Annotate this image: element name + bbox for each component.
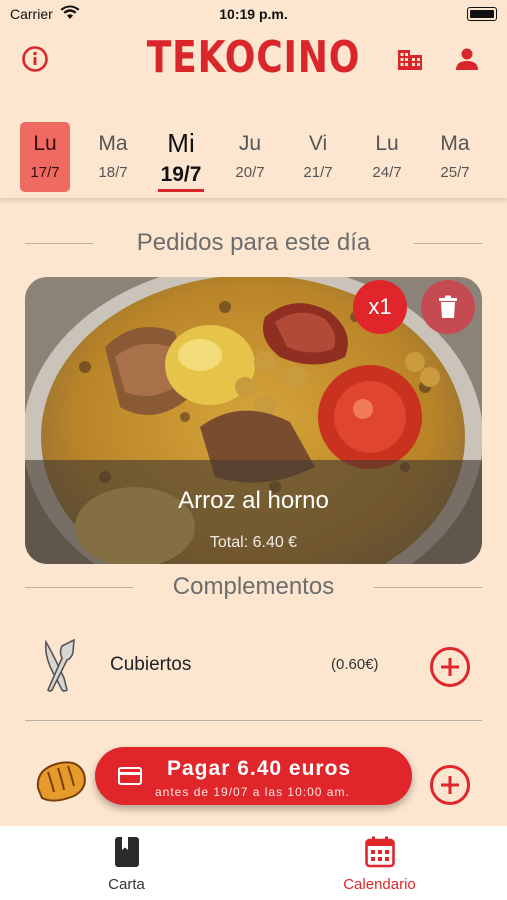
day-name: Lu bbox=[375, 132, 399, 155]
delete-order-button[interactable] bbox=[421, 280, 475, 334]
day-date: 18/7 bbox=[98, 164, 128, 181]
complement-name: Cubiertos bbox=[110, 654, 192, 675]
day-date: 21/7 bbox=[303, 164, 333, 181]
day-date: 17/7 bbox=[30, 164, 60, 181]
add-complement-button[interactable] bbox=[430, 765, 470, 805]
tab-carta[interactable]: Carta bbox=[0, 826, 253, 900]
divider bbox=[374, 587, 482, 588]
order-card[interactable]: Arroz al horno Total: 6.40 € bbox=[25, 277, 482, 564]
day-date: 19/7 bbox=[160, 163, 202, 186]
menu-book-icon bbox=[115, 837, 139, 867]
trash-icon bbox=[439, 295, 457, 318]
building-icon bbox=[398, 50, 422, 70]
order-total: Total: 6.40 € bbox=[209, 534, 298, 551]
day-name: Vi bbox=[308, 132, 328, 155]
pay-button[interactable]: Pagar 6.40 euros antes de 19/07 a las 10… bbox=[95, 747, 412, 805]
quantity-badge[interactable]: x1 bbox=[353, 280, 407, 334]
day-name: Lu bbox=[33, 132, 57, 155]
plus-icon bbox=[441, 658, 459, 676]
day-date: 20/7 bbox=[235, 164, 265, 181]
calendar-icon bbox=[365, 836, 395, 868]
bread-icon bbox=[36, 761, 86, 802]
day-name: Ma bbox=[440, 132, 470, 155]
day-name: Ju bbox=[238, 132, 262, 155]
day-name: Ma bbox=[98, 132, 128, 155]
complement-price: (0.60€) bbox=[331, 656, 379, 673]
credit-card-icon bbox=[118, 767, 142, 785]
day-date: 24/7 bbox=[372, 164, 402, 181]
day-item-selected[interactable]: Mi 19/7 bbox=[156, 122, 206, 192]
divider bbox=[414, 243, 482, 244]
plus-icon bbox=[441, 776, 459, 794]
divider bbox=[25, 720, 482, 721]
selected-day-indicator bbox=[158, 189, 204, 192]
pay-deadline: antes de 19/07 a las 10:00 am. bbox=[155, 785, 350, 799]
cutlery-icon bbox=[44, 638, 75, 692]
tab-label: Carta bbox=[108, 876, 145, 893]
day-selector: Lu 17/7 Ma 18/7 Mi 19/7 Ju 20/7 Vi 21/7 … bbox=[0, 118, 507, 198]
battery-icon bbox=[467, 7, 497, 21]
day-item[interactable]: Ma 18/7 bbox=[88, 122, 138, 192]
building-button[interactable] bbox=[395, 44, 425, 74]
clock: 10:19 p.m. bbox=[219, 6, 288, 22]
day-name: Mi bbox=[167, 128, 195, 158]
day-item[interactable]: Lu 24/7 bbox=[362, 122, 412, 192]
tab-bar: Carta Calendario bbox=[0, 826, 507, 900]
order-name: Arroz al horno bbox=[178, 487, 329, 514]
day-item[interactable]: Ma 25/7 bbox=[430, 122, 480, 192]
day-date: 25/7 bbox=[440, 164, 470, 181]
status-bar: Carrier 10:19 p.m. bbox=[0, 0, 507, 28]
day-item[interactable]: Vi 21/7 bbox=[293, 122, 343, 192]
tab-calendario[interactable]: Calendario bbox=[253, 826, 506, 900]
app-header: TEKOCINO bbox=[0, 28, 507, 94]
tab-label: Calendario bbox=[343, 876, 416, 893]
add-complement-button[interactable] bbox=[430, 647, 470, 687]
pay-label: Pagar 6.40 euros bbox=[167, 757, 352, 780]
user-icon bbox=[456, 48, 478, 70]
day-item[interactable]: Lu 17/7 bbox=[20, 122, 70, 192]
profile-button[interactable] bbox=[452, 44, 482, 74]
day-item[interactable]: Ju 20/7 bbox=[225, 122, 275, 192]
